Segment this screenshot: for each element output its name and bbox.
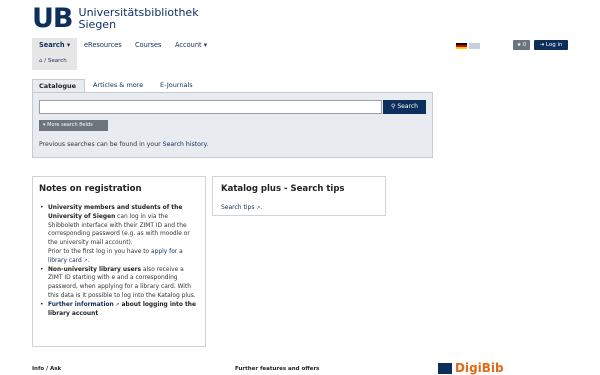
logo-line-2: Siegen — [78, 18, 117, 31]
favorites-button[interactable]: ★ 0 — [513, 40, 530, 50]
further-information-link[interactable]: Further information — [48, 302, 114, 308]
notes-item-bold: Non-university library users — [48, 266, 142, 273]
search-button[interactable]: ⚲ Search — [383, 100, 426, 114]
tab-ejournals[interactable]: E-Journals — [160, 79, 193, 93]
nav-account-menu[interactable]: Account ▾ — [175, 38, 207, 52]
list-item: University members and students of the U… — [39, 204, 199, 266]
home-icon[interactable]: ⌂ — [39, 58, 43, 64]
breadcrumb-current: / Search — [44, 58, 67, 64]
tips-line: Search tips ↗. — [221, 204, 263, 211]
digibib-text: DigiBib — [455, 361, 504, 375]
digibib-icon — [438, 363, 452, 374]
history-text: Previous searches can be found in your — [39, 141, 163, 148]
search-history-link[interactable]: Search history — [163, 141, 207, 148]
list-item: Further information ↗ about logging into… — [39, 301, 199, 319]
external-link-icon: ↗ — [254, 205, 261, 211]
list-item: Non-university library users also receiv… — [39, 266, 199, 301]
footer-info-heading: Info / Ask — [32, 366, 62, 372]
logo-mark: UB — [32, 3, 74, 34]
language-switcher — [456, 43, 484, 49]
nav-search-menu[interactable]: Search ▾ — [32, 38, 77, 52]
notes-list: University members and students of the U… — [39, 204, 199, 318]
search-history-note: Previous searches can be found in your S… — [39, 141, 208, 148]
english-flag-icon[interactable] — [469, 43, 480, 49]
digibib-logo[interactable]: DigiBib — [438, 361, 504, 375]
nav-courses[interactable]: Courses — [135, 38, 161, 52]
logo-text: Universitätsbibliothek Siegen — [79, 7, 199, 31]
tab-catalogue[interactable]: Catalogue — [32, 79, 85, 93]
search-input[interactable] — [39, 100, 382, 114]
search-panel: ⚲ Search ▾ More search fields Previous s… — [32, 92, 433, 158]
history-suffix: . — [206, 141, 209, 148]
german-flag-icon[interactable] — [456, 43, 467, 49]
search-tips-link[interactable]: Search tips — [221, 204, 254, 211]
tips-title: Katalog plus - Search tips — [221, 184, 345, 194]
notes-title: Notes on registration — [39, 184, 142, 194]
breadcrumb: ⌂ / Search — [32, 52, 77, 70]
tab-articles[interactable]: Articles & more — [93, 79, 143, 93]
login-button[interactable]: ⇥ Log in — [534, 40, 568, 50]
registration-notes-card: Notes on registration University members… — [32, 176, 206, 347]
notes-item-text: Prior to the first log in you have to — [48, 248, 152, 255]
footer-features-heading: Further features and offers — [235, 366, 320, 372]
external-link-icon: ↗ — [81, 257, 88, 264]
search-tips-card: Katalog plus - Search tips Search tips ↗… — [212, 176, 386, 216]
main-navigation: Search ▾ eResources Courses Account ▾ — [32, 38, 568, 52]
more-search-fields-button[interactable]: ▾ More search fields — [39, 120, 108, 131]
university-library-logo[interactable]: UB Universitätsbibliothek Siegen — [32, 5, 199, 33]
nav-eresources[interactable]: eResources — [84, 38, 122, 52]
